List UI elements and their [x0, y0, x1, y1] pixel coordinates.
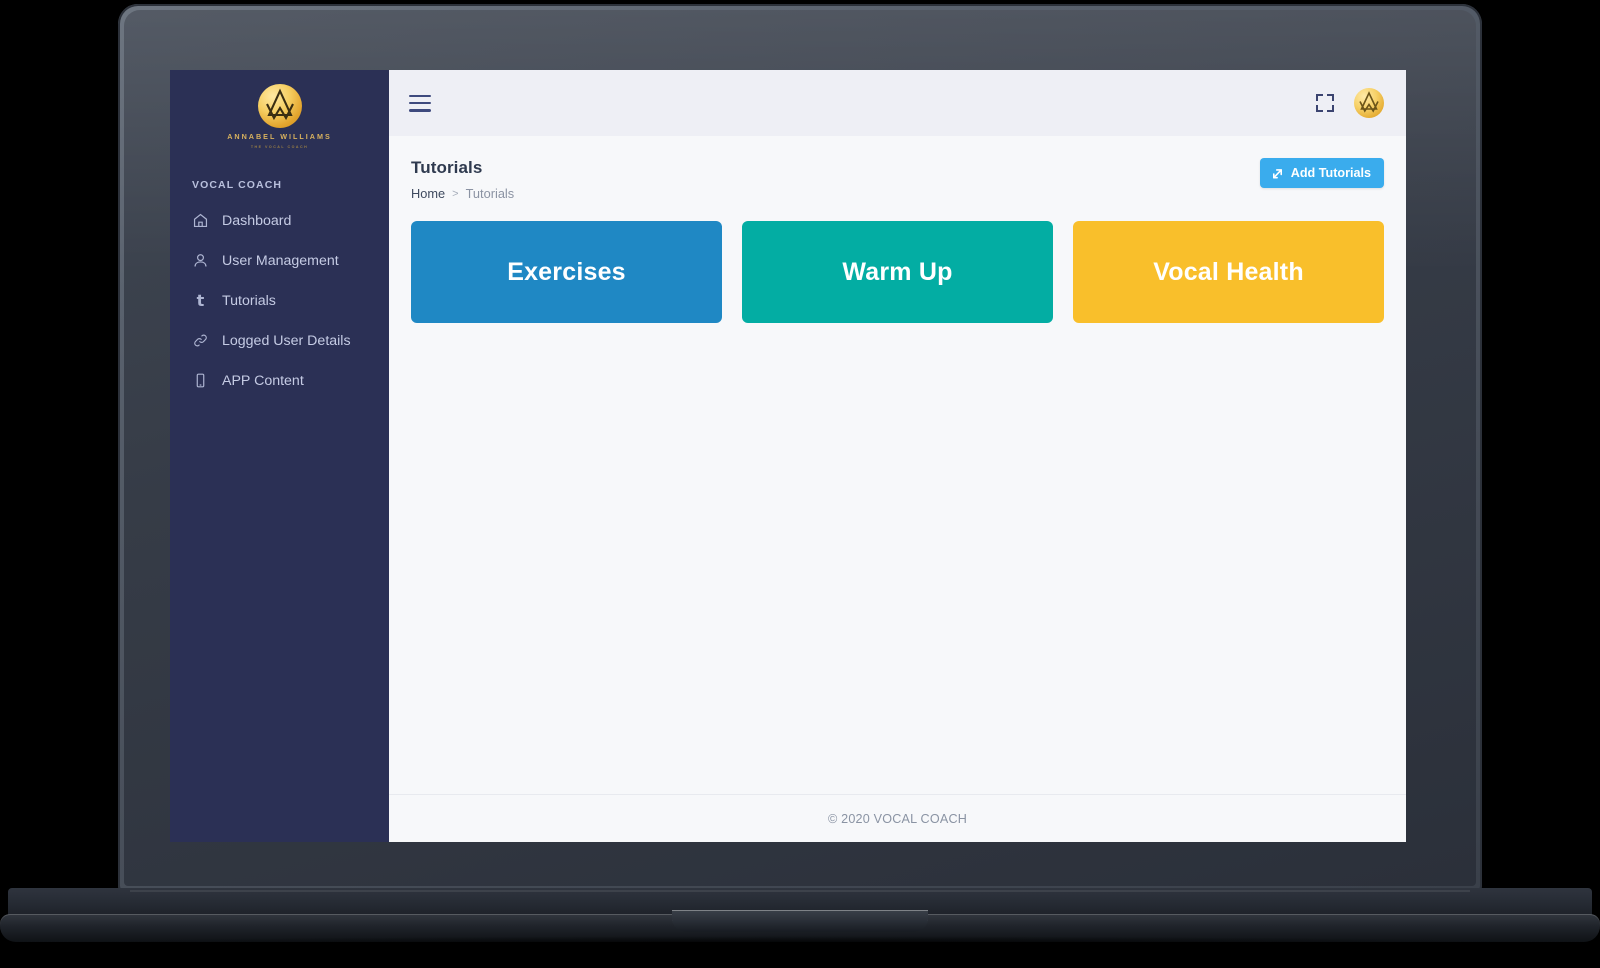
- sidebar-item-label: Logged User Details: [222, 332, 351, 349]
- sidebar-nav: Dashboard User Management t Tutorials Lo…: [170, 201, 389, 401]
- chevron-right-icon: >: [452, 187, 459, 200]
- card-vocal-health[interactable]: Vocal Health: [1073, 221, 1384, 323]
- sidebar-item-label: User Management: [222, 252, 339, 269]
- sidebar-item-tutorials[interactable]: t Tutorials: [170, 281, 389, 321]
- sidebar: ANNABEL WILLIAMS THE VOCAL COACH VOCAL C…: [170, 70, 389, 842]
- topbar-actions: [1316, 88, 1384, 118]
- card-label: Exercises: [507, 257, 626, 286]
- hamburger-icon[interactable]: [409, 94, 431, 112]
- main-empty-area: [389, 323, 1406, 794]
- brand-name: ANNABEL WILLIAMS: [227, 132, 332, 141]
- arrow-share-icon: [1271, 167, 1284, 180]
- sidebar-item-app-content[interactable]: APP Content: [170, 361, 389, 401]
- card-label: Vocal Health: [1153, 257, 1304, 286]
- brand-block[interactable]: ANNABEL WILLIAMS THE VOCAL COACH: [170, 70, 389, 153]
- card-label: Warm Up: [842, 257, 953, 286]
- sidebar-item-label: Tutorials: [222, 292, 276, 309]
- footer-copyright: © 2020 VOCAL COACH: [827, 811, 968, 826]
- add-tutorials-button[interactable]: Add Tutorials: [1259, 158, 1384, 188]
- breadcrumb: Home > Tutorials: [411, 186, 514, 201]
- letter-t-icon: t: [196, 290, 205, 310]
- page-header: Tutorials Home > Tutorials Add Tutorials: [389, 136, 1406, 201]
- content-area: Tutorials Home > Tutorials Add Tutorials…: [389, 70, 1406, 842]
- sidebar-item-logged-user-details[interactable]: Logged User Details: [170, 321, 389, 361]
- mobile-icon: [192, 372, 209, 389]
- fullscreen-icon[interactable]: [1316, 94, 1334, 112]
- page-title: Tutorials: [411, 158, 483, 177]
- page-heading-group: Tutorials Home > Tutorials: [411, 158, 514, 201]
- browser-viewport: ANNABEL WILLIAMS THE VOCAL COACH VOCAL C…: [170, 70, 1406, 842]
- home-icon: [192, 212, 209, 229]
- card-exercises[interactable]: Exercises: [411, 221, 722, 323]
- link-icon: [192, 332, 209, 349]
- sidebar-item-label: Dashboard: [222, 212, 292, 229]
- sidebar-item-user-management[interactable]: User Management: [170, 241, 389, 281]
- sidebar-item-dashboard[interactable]: Dashboard: [170, 201, 389, 241]
- laptop-hinge: [130, 890, 1470, 892]
- tutorial-category-cards: Exercises Warm Up Vocal Health: [389, 201, 1406, 323]
- aw-monogram-icon: [257, 84, 302, 128]
- add-tutorials-label: Add Tutorials: [1290, 166, 1371, 180]
- breadcrumb-current: Tutorials: [465, 186, 515, 201]
- card-warm-up[interactable]: Warm Up: [742, 221, 1053, 323]
- laptop-front-notch: [672, 910, 928, 932]
- brand-tagline: THE VOCAL COACH: [250, 144, 309, 149]
- user-avatar-icon[interactable]: [1354, 88, 1384, 118]
- sidebar-section-title: VOCAL COACH: [192, 178, 283, 191]
- laptop-mockup-scene: ANNABEL WILLIAMS THE VOCAL COACH VOCAL C…: [0, 0, 1600, 968]
- footer: © 2020 VOCAL COACH: [389, 794, 1406, 842]
- sidebar-item-label: APP Content: [222, 372, 304, 389]
- topbar: [389, 70, 1406, 136]
- user-icon: [192, 252, 209, 269]
- breadcrumb-home[interactable]: Home: [411, 186, 445, 201]
- laptop-shadow: [40, 936, 1560, 952]
